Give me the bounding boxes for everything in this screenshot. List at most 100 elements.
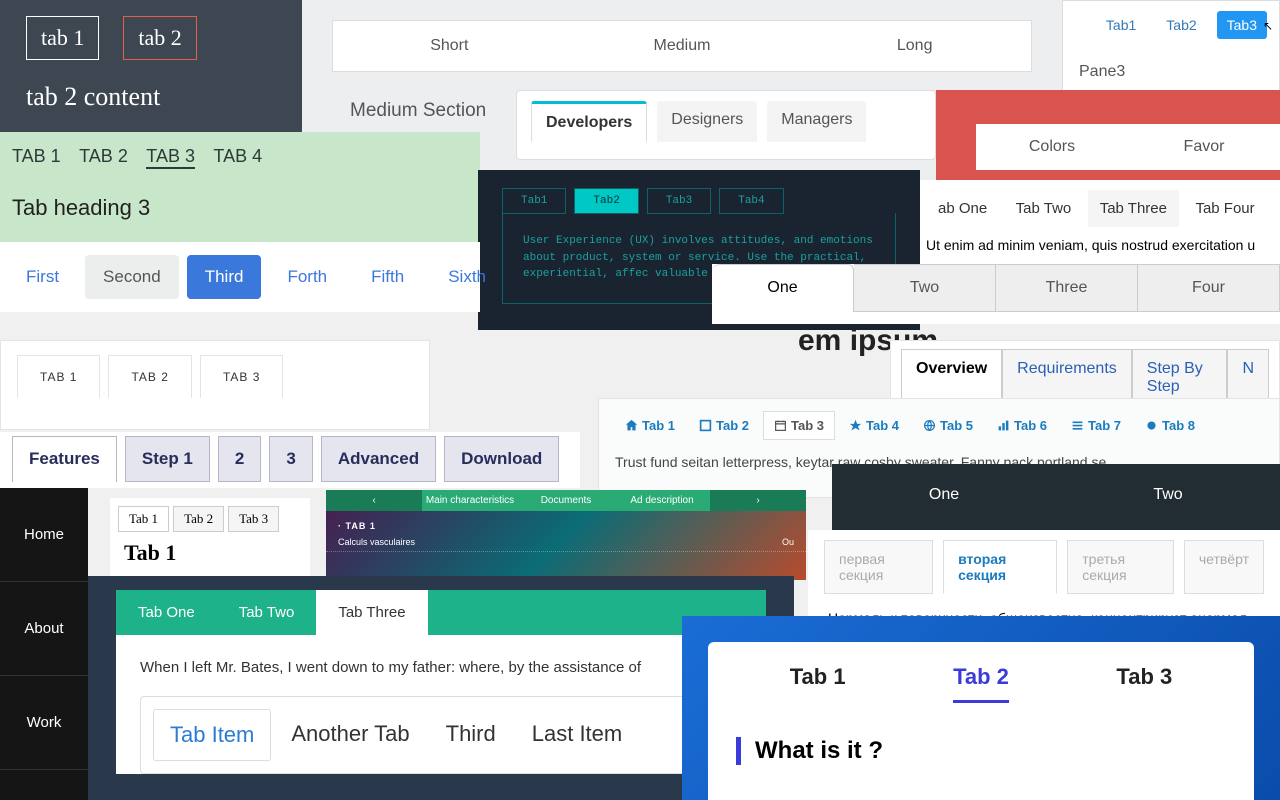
tab-sec2[interactable]: вторая секция [943, 540, 1057, 594]
tab-step1[interactable]: Step 1 [125, 436, 210, 482]
chart-icon [997, 419, 1010, 432]
nav-home[interactable]: Home [0, 488, 88, 582]
tab-ad-description[interactable]: Ad description [614, 490, 710, 511]
tab-main[interactable]: Main characteristics [422, 490, 518, 511]
tab-3[interactable]: TAB 3 [200, 355, 283, 398]
tab-2[interactable]: Tab 2 [953, 664, 1009, 703]
panel-dark-onetwo: One Two [832, 464, 1280, 530]
tab-5[interactable]: Tab 5 [913, 411, 983, 440]
tab-last[interactable]: Last Item [516, 709, 638, 761]
tab-1[interactable]: tab 1 [26, 16, 99, 60]
tab-three[interactable]: Tab Three [1088, 190, 1179, 227]
tab-2[interactable]: Tab2 [574, 188, 638, 214]
tab-third[interactable]: Third [430, 709, 512, 761]
tab-one[interactable]: Tab One [116, 590, 217, 635]
tab-forth[interactable]: Forth [269, 255, 345, 299]
tab-colors[interactable]: Colors [976, 124, 1128, 170]
heading-what-is-it: What is it ? [736, 737, 1226, 765]
tab-long[interactable]: Long [798, 21, 1031, 71]
tab-4[interactable]: Tab4 [719, 188, 783, 214]
globe-icon [923, 419, 936, 432]
tab-2[interactable]: Tab 2 [689, 411, 759, 440]
tab-1[interactable]: Tab 1 [790, 664, 846, 703]
tab-third[interactable]: Third [187, 255, 262, 299]
tab-two[interactable]: Two [854, 264, 996, 312]
tab-sec1[interactable]: первая секция [824, 540, 933, 594]
tab-short[interactable]: Short [333, 21, 566, 71]
tab-designers[interactable]: Designers [657, 101, 757, 142]
row-item: Calculs vasculairesOu [326, 533, 806, 552]
tab-item[interactable]: Tab Item [153, 709, 271, 761]
tab-1[interactable]: Tab 1 [118, 506, 169, 532]
nav-work[interactable]: Work [0, 676, 88, 770]
tab-2[interactable]: TAB 2 [108, 355, 191, 398]
tab-sixth[interactable]: Sixth [430, 255, 504, 299]
tab-second[interactable]: Second [85, 255, 179, 299]
home-icon [625, 419, 638, 432]
tab-1[interactable]: TAB 1 [17, 355, 100, 398]
tab-sec3[interactable]: третья секция [1067, 540, 1174, 594]
tab-one[interactable]: ab One [926, 190, 999, 227]
tab-first[interactable]: First [8, 255, 77, 299]
tab-6[interactable]: Tab 6 [987, 411, 1057, 440]
panel-colors-red: Colors Favor [936, 90, 1280, 190]
tab-3[interactable]: Tab 3 [763, 411, 835, 440]
square-icon [699, 419, 712, 432]
tab-content: Ut enim ad minim veniam, quis nostrud ex… [926, 237, 1274, 253]
star-icon [849, 419, 862, 432]
tab-download[interactable]: Download [444, 436, 559, 482]
tab-four[interactable]: Four [1138, 264, 1280, 312]
tab-two[interactable]: Tab Two [1004, 190, 1084, 227]
tab-3[interactable]: Tab3 [647, 188, 711, 214]
tab-advanced[interactable]: Advanced [321, 436, 436, 482]
tab-favor[interactable]: Favor [1128, 124, 1280, 170]
tab-1[interactable]: Tab1 [1096, 11, 1146, 39]
panel-dark-tabs: tab 1 tab 2 tab 2 content [0, 0, 302, 132]
tab-2[interactable]: Tab2 [1156, 11, 1206, 39]
nav-about[interactable]: About [0, 582, 88, 676]
tab-fifth[interactable]: Fifth [353, 255, 422, 299]
tab-4[interactable]: Tab 4 [839, 411, 909, 440]
tab-3[interactable]: Tab 3 [1116, 664, 1172, 703]
tab-1[interactable]: Tab 1 [615, 411, 685, 440]
tab-4[interactable]: TAB 4 [213, 146, 262, 167]
tab-two[interactable]: Two [1056, 464, 1280, 530]
tab-8[interactable]: Tab 8 [1135, 411, 1205, 440]
tab-features[interactable]: Features [12, 436, 117, 482]
tab-managers[interactable]: Managers [767, 101, 866, 142]
tab-content: tab 2 content [26, 82, 276, 112]
tab-one[interactable]: One [712, 264, 854, 312]
tab-heading: Tab heading 3 [12, 195, 468, 221]
panel-file-tabs: One Two Three Four [712, 264, 1280, 324]
prev-icon[interactable]: ‹ [326, 490, 422, 511]
tab-3[interactable]: Tab 3 [228, 506, 279, 532]
tab-medium[interactable]: Medium [566, 21, 799, 71]
tab-one[interactable]: One [832, 464, 1056, 530]
tab-three[interactable]: Tab Three [316, 590, 427, 635]
next-icon[interactable]: › [710, 490, 806, 511]
tab-three[interactable]: Three [996, 264, 1138, 312]
tab-four[interactable]: Tab Four [1183, 190, 1266, 227]
tab-7[interactable]: Tab 7 [1061, 411, 1131, 440]
tab-3[interactable]: Tab3 [1217, 11, 1267, 39]
tab-2[interactable]: tab 2 [123, 16, 196, 60]
tab-2[interactable]: Tab 2 [173, 506, 224, 532]
tab-two[interactable]: Tab Two [217, 590, 317, 635]
panel-blue-whatisit: Tab 1 Tab 2 Tab 3 What is it ? [682, 616, 1280, 800]
tab-sec4[interactable]: четвёрт [1184, 540, 1264, 594]
panel-classic-tabs: Tab 1 Tab 2 Tab 3 Tab 1 [110, 498, 310, 576]
tab-another[interactable]: Another Tab [275, 709, 425, 761]
tab-3[interactable]: 3 [269, 436, 312, 482]
sub-heading: · TAB 1 [326, 511, 806, 533]
tab-2[interactable]: TAB 2 [79, 146, 128, 167]
tab-documents[interactable]: Documents [518, 490, 614, 511]
panel-tab-four: ab One Tab Two Tab Three Tab Four Ut eni… [920, 180, 1280, 270]
tab-3[interactable]: TAB 3 [146, 146, 195, 169]
panel-green-heading: TAB 1 TAB 2 TAB 3 TAB 4 Tab heading 3 [0, 132, 480, 242]
cursor-icon: ↖ [1263, 19, 1273, 33]
tab-developers[interactable]: Developers [531, 101, 647, 142]
tab-1[interactable]: Tab1 [502, 188, 566, 214]
tab-2[interactable]: 2 [218, 436, 261, 482]
panel-features: Features Step 1 2 3 Advanced Download [0, 432, 580, 488]
tab-1[interactable]: TAB 1 [12, 146, 61, 167]
